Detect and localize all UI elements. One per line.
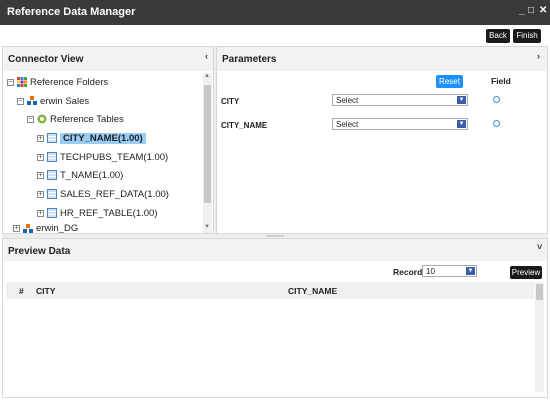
tree-label-table: TECHPUBS_TEAM(1.00) <box>60 151 169 163</box>
expand-expander-icon[interactable]: + <box>13 225 20 232</box>
title-bar: Reference Data Manager _ □ ✕ <box>0 0 550 25</box>
expand-right-icon[interactable]: › <box>537 51 540 61</box>
preview-data-title: Preview Data <box>8 246 71 257</box>
column-header-city: CITY <box>36 286 56 296</box>
table-icon <box>47 208 57 218</box>
tree-node-table[interactable]: + HR_REF_TABLE(1.00) <box>37 206 158 220</box>
window-title: Reference Data Manager <box>7 6 136 18</box>
dropdown-arrow-icon[interactable]: ▼ <box>466 267 475 275</box>
expand-expander-icon[interactable]: + <box>37 153 44 161</box>
parameters-title: Parameters <box>222 54 277 65</box>
tree-label-table: HR_REF_TABLE(1.00) <box>60 207 158 219</box>
maximize-icon[interactable]: □ <box>528 5 534 16</box>
dropdown-arrow-icon[interactable]: ▼ <box>457 96 466 104</box>
collapse-expander-icon[interactable]: − <box>17 97 24 105</box>
table-icon <box>47 170 57 180</box>
records-select[interactable]: 10 ▼ <box>422 265 477 277</box>
close-icon[interactable]: ✕ <box>539 5 547 16</box>
tree-label-table: T_NAME(1.00) <box>60 169 124 181</box>
grid-folder-icon <box>17 77 27 87</box>
param-label-city-name: CITY_NAME <box>221 121 268 130</box>
back-button[interactable]: Back <box>486 29 510 43</box>
tree-node-root[interactable]: − Reference Folders <box>7 75 108 89</box>
tree-label-folder: erwin_DG <box>36 224 79 233</box>
parameters-header: Parameters › <box>217 47 547 71</box>
preview-data-header: Preview Data ˅ <box>3 239 547 261</box>
tree-node-table[interactable]: + TECHPUBS_TEAM(1.00) <box>37 150 168 164</box>
connector-icon <box>23 224 33 233</box>
tree-label-root: Reference Folders <box>30 76 109 88</box>
column-header-city-name: CITY_NAME <box>288 286 338 296</box>
tree-label-folder: erwin Sales <box>40 95 90 107</box>
finish-button[interactable]: Finish <box>513 29 541 43</box>
city-name-select[interactable]: Select ▼ <box>332 118 468 130</box>
table-icon <box>47 152 57 162</box>
tree-node-folder[interactable]: − erwin Sales <box>17 94 89 108</box>
tree-node-table[interactable]: + SALES_REF_DATA(1.00) <box>37 187 169 201</box>
column-header-index: # <box>19 286 24 296</box>
preview-scrollbar[interactable] <box>535 282 544 392</box>
records-select-value: 10 <box>426 267 435 276</box>
expand-expander-icon[interactable]: + <box>37 190 44 198</box>
city-select-value: Select <box>336 96 359 105</box>
expand-expander-icon[interactable]: + <box>37 171 44 179</box>
tree-node-table[interactable]: + CITY_NAME(1.00) <box>37 131 146 145</box>
tree-label-table: SALES_REF_DATA(1.00) <box>60 188 169 200</box>
tree-label-group: Reference Tables <box>50 113 124 125</box>
connector-view-header: Connector View ‹ <box>3 47 213 71</box>
collapse-expander-icon[interactable]: − <box>7 78 14 86</box>
preview-button[interactable]: Preview <box>510 266 542 279</box>
collapse-expander-icon[interactable]: − <box>27 115 34 123</box>
splitter-handle[interactable] <box>266 235 284 237</box>
table-icon <box>47 189 57 199</box>
reference-tables-icon <box>37 114 47 124</box>
minimize-icon[interactable]: _ <box>519 5 525 16</box>
preview-table-header: # CITY CITY_NAME <box>6 282 534 299</box>
connector-icon <box>27 96 37 106</box>
tree-scrollbar[interactable]: ▲ ▼ <box>203 73 212 233</box>
dropdown-arrow-icon[interactable]: ▼ <box>457 120 466 128</box>
connector-view-title: Connector View <box>8 54 84 65</box>
preview-data-panel: Preview Data ˅ Records 10 ▼ Preview # CI… <box>2 238 548 398</box>
city-field-radio[interactable] <box>493 96 500 103</box>
city-name-field-radio[interactable] <box>493 120 500 127</box>
param-label-city: CITY <box>221 97 240 106</box>
scroll-up-icon[interactable]: ▲ <box>204 73 210 79</box>
tree-node-folder[interactable]: + erwin_DG <box>13 224 78 233</box>
parameters-panel: Parameters › Reset Field CITY Select ▼ C… <box>216 46 548 234</box>
field-column-header: Field <box>491 76 511 86</box>
expand-expander-icon[interactable]: + <box>37 209 44 217</box>
tree-node-group[interactable]: − Reference Tables <box>27 112 124 126</box>
expand-expander-icon[interactable]: + <box>37 134 44 142</box>
tree-scroll-thumb[interactable] <box>204 85 211 203</box>
scroll-down-icon[interactable]: ▼ <box>204 224 210 230</box>
city-name-select-value: Select <box>336 120 359 129</box>
tree-node-table[interactable]: + T_NAME(1.00) <box>37 168 123 182</box>
city-select[interactable]: Select ▼ <box>332 94 468 106</box>
tree-label-table: CITY_NAME(1.00) <box>60 132 146 144</box>
collapse-left-icon[interactable]: ‹ <box>205 51 208 61</box>
reset-button[interactable]: Reset <box>436 75 463 88</box>
table-icon <box>47 133 57 143</box>
preview-scroll-thumb[interactable] <box>536 284 543 300</box>
connector-view-panel: Connector View ‹ − Reference Folders − e… <box>2 46 214 234</box>
collapse-down-icon[interactable]: ˅ <box>537 242 542 252</box>
